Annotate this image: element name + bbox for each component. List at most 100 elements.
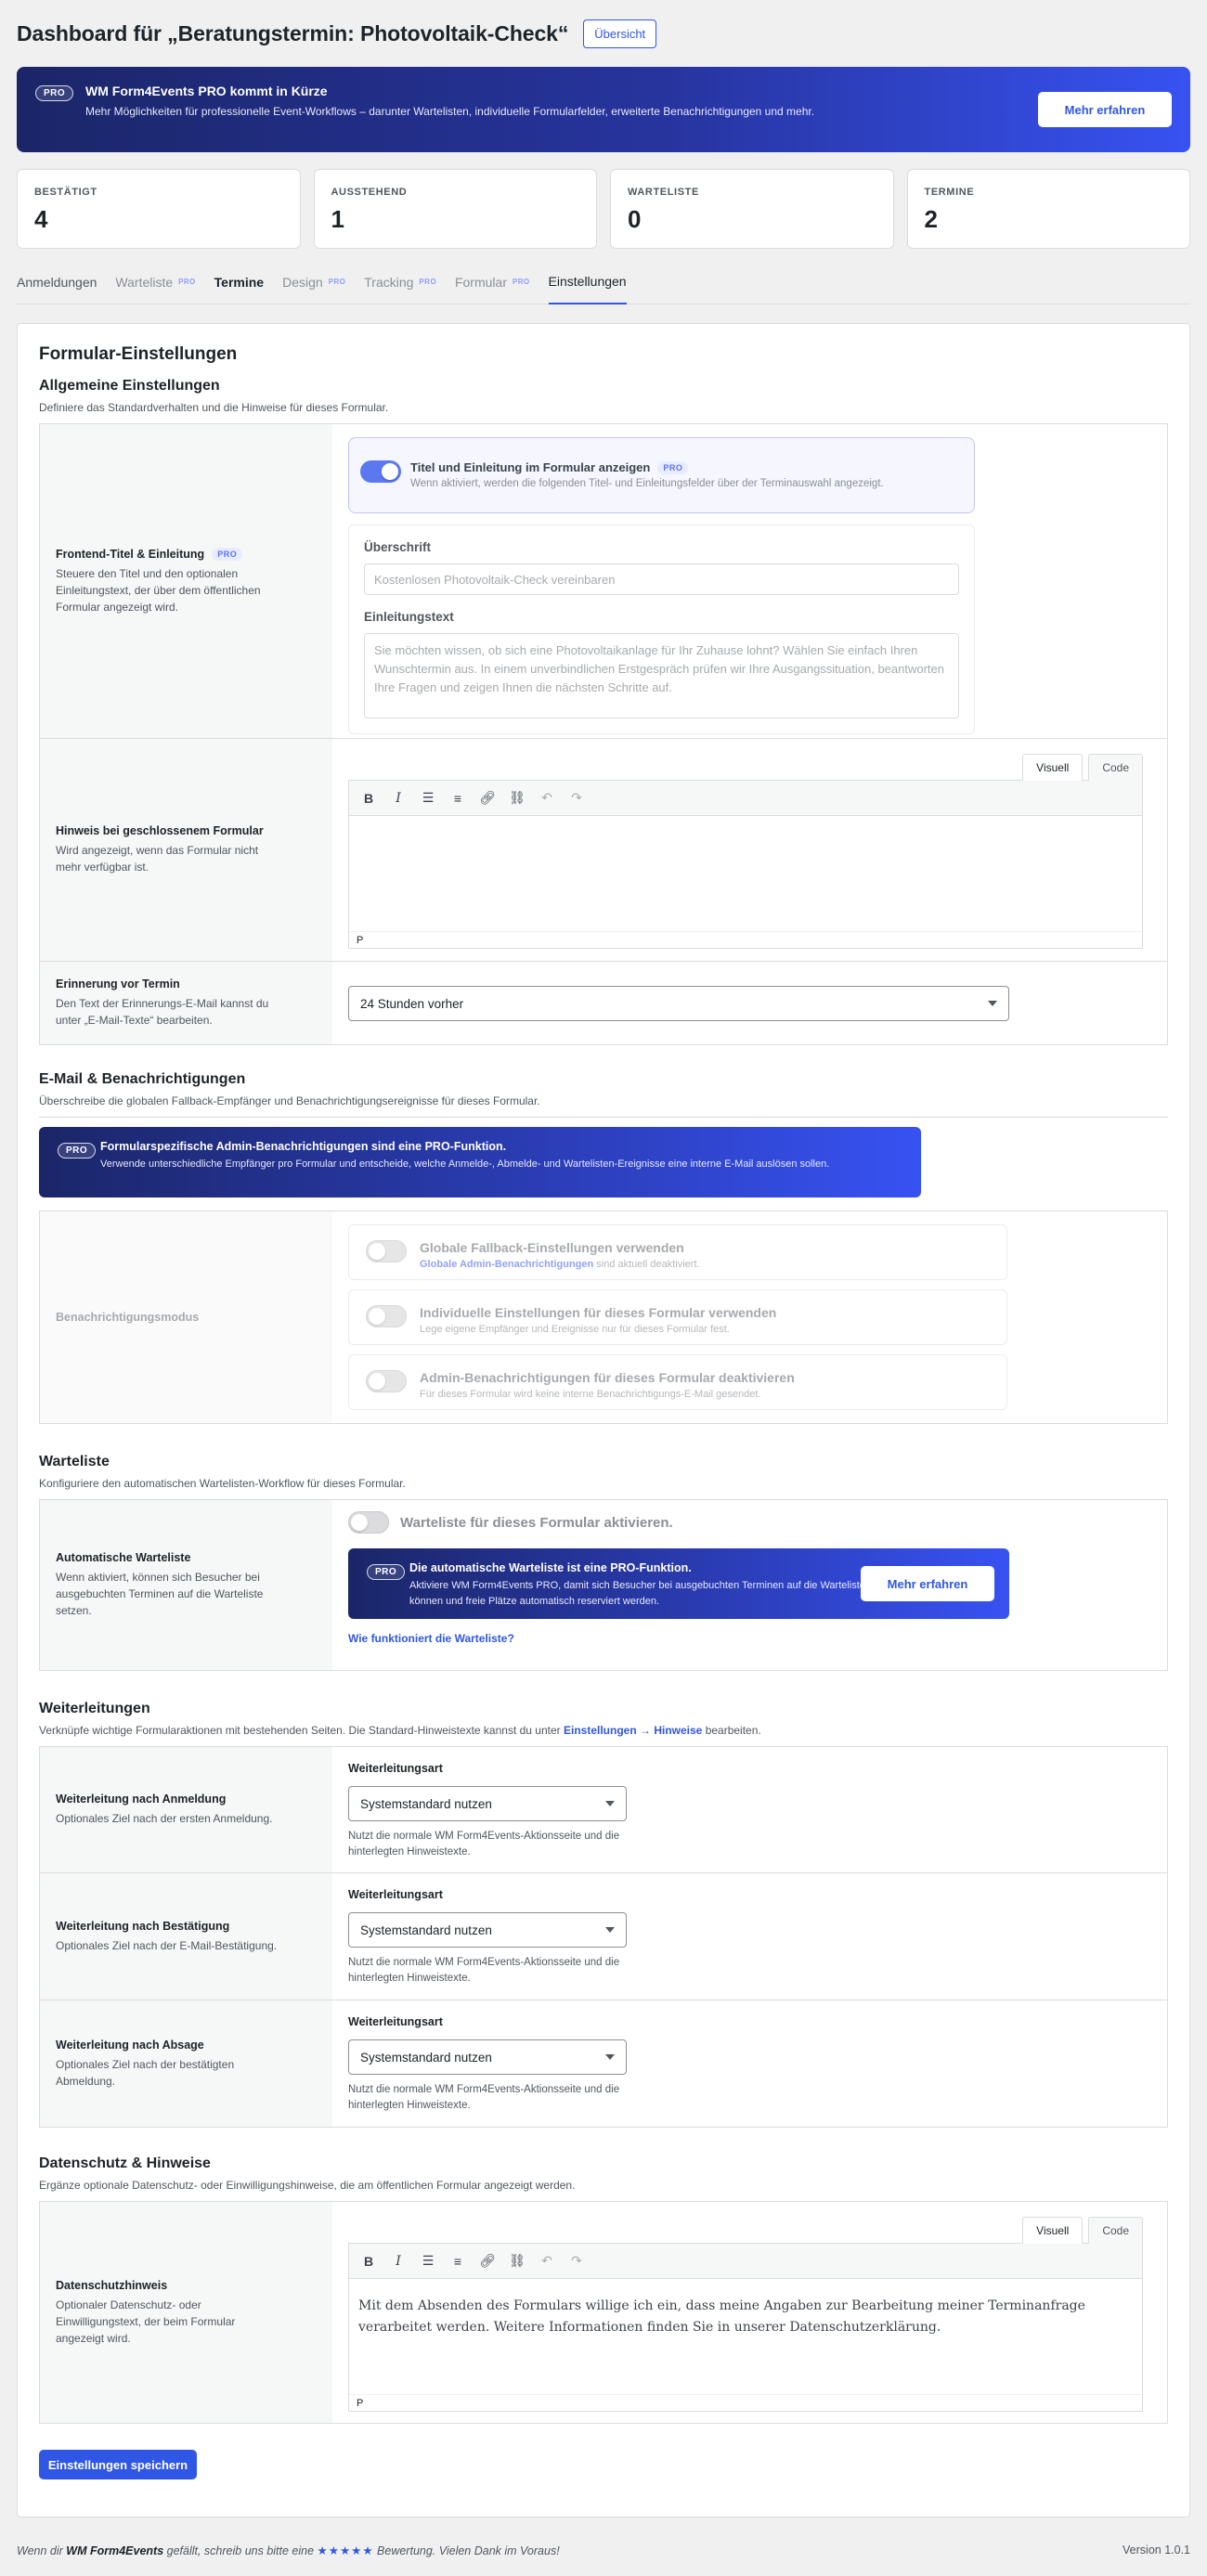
tab-dates[interactable]: Termine <box>214 260 264 304</box>
waitlist-learn-more-button[interactable]: Mehr erfahren <box>861 1566 994 1601</box>
numbered-list-icon[interactable]: ≡ <box>446 2249 470 2273</box>
chevron-down-icon <box>988 1001 997 1006</box>
email-section-desc: Überschreibe die globalen Fallback-Empfä… <box>39 1094 1168 1118</box>
waitlist-toggle[interactable] <box>348 1511 389 1534</box>
frontend-title-toggle[interactable] <box>360 460 401 483</box>
privacy-notice-row: Datenschutzhinweis Optionaler Datenschut… <box>39 2201 1168 2424</box>
tab-settings[interactable]: Einstellungen <box>548 260 627 304</box>
heading-input[interactable]: Kostenlosen Photovoltaik-Check vereinbar… <box>364 563 959 595</box>
page-header: Dashboard für „Beratungstermin: Photovol… <box>17 0 1190 67</box>
redirect-select-confirmation[interactable]: Systemstandard nutzen <box>348 1912 627 1948</box>
email-section-title: E-Mail & Benachrichtigungen <box>39 1071 246 1087</box>
undo-icon[interactable]: ↶ <box>535 2249 559 2273</box>
version-label: Version 1.0.1 <box>1123 2544 1190 2557</box>
redirects-section-desc: Verknüpfe wichtige Formularaktionen mit … <box>39 1724 761 1737</box>
waitlist-toggle-label: Warteliste für dieses Formular aktiviere… <box>400 1514 673 1531</box>
link-icon[interactable]: 🔗︎ <box>475 2249 500 2273</box>
tab-tracking[interactable]: Tracking PRO <box>364 260 436 304</box>
chevron-down-icon <box>605 2054 615 2060</box>
bullet-list-icon[interactable]: ☰ <box>416 786 440 810</box>
toggle-disable[interactable] <box>366 1370 407 1392</box>
privacy-section-desc: Ergänze optionale Datenschutz- oder Einw… <box>39 2179 576 2192</box>
heading-label: Überschrift <box>364 540 432 554</box>
closed-notice-row: Hinweis bei geschlossenem Formular Wird … <box>39 739 1168 962</box>
chevron-down-icon <box>605 1801 615 1806</box>
tab-registrations[interactable]: Anmeldungen <box>17 260 97 304</box>
save-settings-button[interactable]: Einstellungen speichern <box>39 2450 197 2479</box>
undo-icon[interactable]: ↶ <box>535 786 559 810</box>
redo-icon[interactable]: ↷ <box>565 786 589 810</box>
privacy-editor[interactable]: B I ☰ ≡ 🔗︎ ⛓ ↶ ↷ Mit dem Absenden des Fo… <box>348 2243 1143 2412</box>
link-icon[interactable]: 🔗︎ <box>475 786 500 810</box>
italic-icon[interactable]: I <box>386 2249 410 2273</box>
mode-option-global[interactable]: Globale Fallback-Einstellungen verwenden… <box>348 1224 1007 1280</box>
closed-notice-label: Hinweis bei geschlossenem Formular <box>56 824 264 837</box>
promo-text: Mehr Möglichkeiten für professionelle Ev… <box>85 105 815 118</box>
overview-button[interactable]: Übersicht <box>583 19 657 48</box>
bold-icon[interactable]: B <box>357 2249 381 2273</box>
editor-tab-visual[interactable]: Visuell <box>1022 754 1084 781</box>
mode-option-disable[interactable]: Admin-Benachrichtigungen für dieses Form… <box>348 1354 1007 1410</box>
bullet-list-icon[interactable]: ☰ <box>416 2249 440 2273</box>
tab-design[interactable]: Design PRO <box>282 260 345 304</box>
rating-stars-link[interactable]: ★★★★★ <box>318 2544 374 2557</box>
pro-promo-banner: PRO WM Form4Events PRO kommt in Kürze Me… <box>17 67 1190 152</box>
unlink-icon[interactable]: ⛓ <box>505 2249 529 2273</box>
card-title: Formular-Einstellungen <box>39 344 238 364</box>
reminder-row: Erinnerung vor Termin Den Text der Erinn… <box>39 962 1168 1045</box>
intro-textarea[interactable]: Sie möchten wissen, ob sich eine Photovo… <box>364 633 959 718</box>
pro-badge: PRO <box>367 1564 406 1580</box>
pro-badge: PRO <box>58 1143 97 1159</box>
mode-option-individual[interactable]: Individuelle Einstellungen für dieses Fo… <box>348 1289 1007 1345</box>
editor-path: P <box>349 2394 1142 2411</box>
editor-toolbar: B I ☰ ≡ 🔗︎ ⛓ ↶ ↷ <box>349 781 1142 816</box>
toggle-title: Titel und Einleitung im Formular anzeige… <box>410 460 651 474</box>
auto-waitlist-label: Automatische Warteliste <box>56 1551 191 1564</box>
toggle-individual[interactable] <box>366 1305 407 1327</box>
redirect-row-confirmation: Weiterleitung nach Bestätigung Optionales… <box>39 1873 1168 2000</box>
editor-tab-code[interactable]: Code <box>1088 754 1143 781</box>
pro-pill: PRO <box>212 547 243 561</box>
closed-notice-desc: Wird angezeigt, wenn das Formular nicht … <box>56 844 259 874</box>
notification-mode-label: Benachrichtigungsmodus <box>56 1311 200 1324</box>
notice-text: Verwende unterschiedliche Empfänger pro … <box>100 1159 830 1170</box>
numbered-list-icon[interactable]: ≡ <box>446 786 470 810</box>
stat-confirmed: BESTÄTIGT 4 <box>17 169 301 249</box>
tab-waitlist[interactable]: Warteliste PRO <box>115 260 195 304</box>
rating-prompt: Wenn dir WM Form4Events gefällt, schreib… <box>17 2544 560 2557</box>
notice-text: Aktiviere WM Form4Events PRO, damit sich… <box>409 1580 899 1607</box>
unlink-icon[interactable]: ⛓ <box>505 786 529 810</box>
title-fields-box: Überschrift Kostenlosen Photovoltaik-Che… <box>348 524 975 734</box>
notice-title: Formularspezifische Admin-Benachrichtigu… <box>100 1140 507 1153</box>
waitlist-section-desc: Konfiguriere den automatischen Wartelist… <box>39 1477 406 1490</box>
closed-notice-editor[interactable]: B I ☰ ≡ 🔗︎ ⛓ ↶ ↷ P <box>348 780 1143 949</box>
editor-body[interactable] <box>349 816 1142 931</box>
waitlist-pro-notice: PRO Die automatische Warteliste ist eine… <box>348 1548 1009 1619</box>
redo-icon[interactable]: ↷ <box>565 2249 589 2273</box>
page-footer: Wenn dir WM Form4Events gefällt, schreib… <box>17 2544 1190 2557</box>
editor-tab-visual[interactable]: Visuell <box>1022 2217 1084 2244</box>
privacy-editor-body[interactable]: Mit dem Absenden des Formulars willige i… <box>349 2279 1142 2394</box>
frontend-toggle-box: Titel und Einleitung im Formular anzeige… <box>348 437 975 513</box>
toggle-global-fallback[interactable] <box>366 1240 407 1262</box>
reminder-desc: Den Text der Erinnerungs-E-Mail kannst d… <box>56 997 269 1027</box>
bold-icon[interactable]: B <box>357 786 381 810</box>
intro-label: Einleitungstext <box>364 610 454 624</box>
tab-form[interactable]: Formular PRO <box>455 260 530 304</box>
redirect-row-registration: Weiterleitung nach Anmeldung Optionales Z… <box>39 1746 1168 1873</box>
global-notifications-link[interactable]: Globale Admin-Benachrichtigungen <box>420 1259 593 1270</box>
waitlist-section-title: Warteliste <box>39 1454 110 1469</box>
waitlist-help-link[interactable]: Wie funktioniert die Warteliste? <box>348 1632 1151 1645</box>
settings-hints-link[interactable]: Einstellungen → Hinweise <box>564 1724 702 1737</box>
reminder-select[interactable]: 24 Stunden vorher <box>348 986 1009 1021</box>
general-section-title: Allgemeine Einstellungen <box>39 378 220 394</box>
notification-mode-row: Benachrichtigungsmodus Globale Fallback-… <box>39 1210 1168 1424</box>
pro-badge: PRO <box>35 85 74 101</box>
italic-icon[interactable]: I <box>386 786 410 810</box>
auto-waitlist-row: Automatische Warteliste Wenn aktiviert, … <box>39 1499 1168 1671</box>
promo-learn-more-button[interactable]: Mehr erfahren <box>1038 92 1172 127</box>
redirect-select-registration[interactable]: Systemstandard nutzen <box>348 1786 627 1821</box>
redirect-select-cancellation[interactable]: Systemstandard nutzen <box>348 2039 627 2075</box>
redirects-section-title: Weiterleitungen <box>39 1701 150 1716</box>
editor-tab-code[interactable]: Code <box>1088 2217 1143 2244</box>
